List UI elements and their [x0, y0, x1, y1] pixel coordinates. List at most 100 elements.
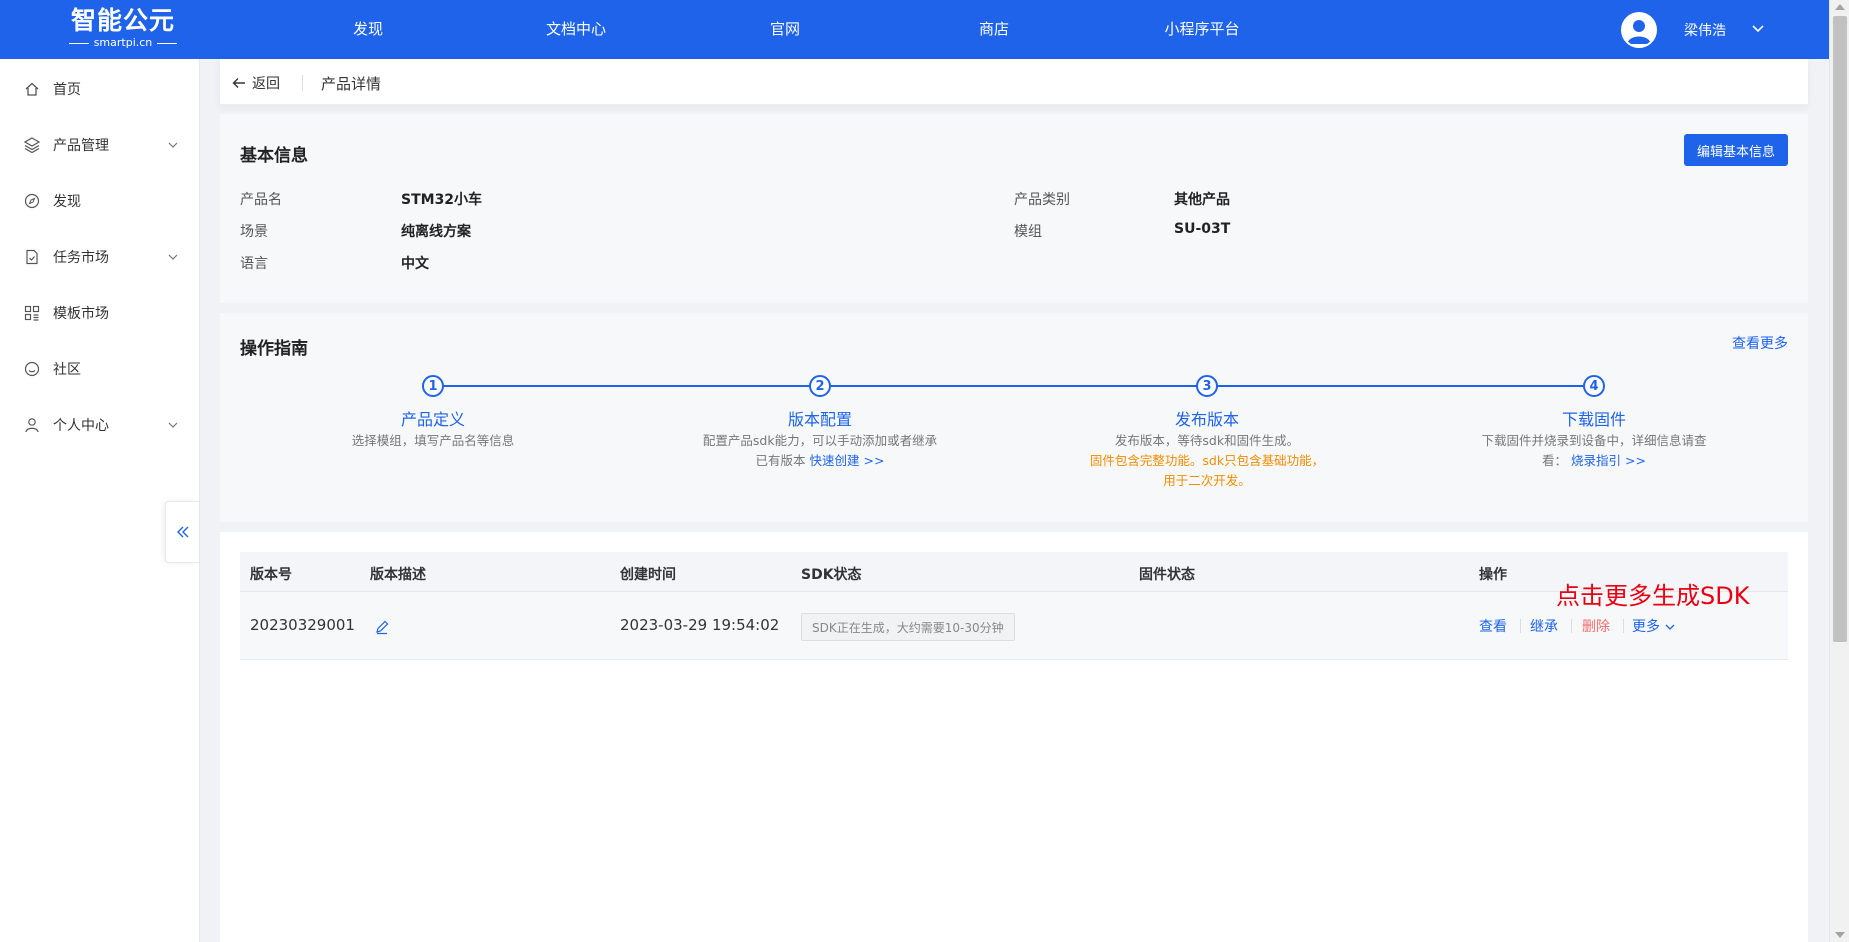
- back-button[interactable]: 返回: [232, 73, 280, 93]
- step-number-3: 3: [1196, 375, 1218, 397]
- action-divider: [1571, 619, 1572, 633]
- scroll-up-arrow[interactable]: [1835, 4, 1845, 10]
- sidebar-item-label: 发现: [53, 194, 81, 210]
- scroll-down-arrow[interactable]: [1835, 932, 1845, 938]
- cell-created-time: 2023-03-29 19:54:02: [620, 616, 780, 634]
- quick-create-link[interactable]: 快速创建 >>: [810, 453, 885, 468]
- sidebar-item-home[interactable]: 首页: [0, 69, 200, 109]
- section-title-guide: 操作指南: [240, 339, 308, 359]
- home-icon: [23, 80, 41, 98]
- step-title-4: 下载固件: [1561, 410, 1627, 429]
- avatar[interactable]: [1621, 12, 1657, 48]
- more-dropdown-button[interactable]: 更多: [1632, 616, 1676, 636]
- chevron-down-icon: [168, 422, 178, 428]
- step-title-2: 版本配置: [787, 410, 853, 429]
- inherit-button[interactable]: 继承: [1530, 616, 1558, 636]
- sidebar-collapse-button[interactable]: [165, 501, 199, 563]
- sidebar-item-label: 个人中心: [53, 418, 109, 434]
- column-header-version: 版本号: [250, 567, 292, 583]
- double-chevron-left-icon: [176, 526, 188, 538]
- column-header-firmware-status: 固件状态: [1139, 567, 1195, 583]
- value-language: 中文: [401, 256, 429, 272]
- sidebar-item-community[interactable]: 社区: [0, 349, 200, 389]
- step-title-3: 发布版本: [1174, 410, 1240, 429]
- step-number-1: 1: [422, 375, 444, 397]
- layers-icon: [23, 136, 41, 154]
- step-number-2: 2: [809, 375, 831, 397]
- step-desc-2: 配置产品sdk能力，可以手动添加或者继承已有版本 快速创建 >>: [702, 433, 938, 468]
- operation-guide-card: 操作指南 查看更多 1 产品定义 选择模组，填写产品名等信息 2 版本配置 配置…: [220, 313, 1808, 522]
- flash-guide-link[interactable]: 烧录指引 >>: [1571, 453, 1646, 468]
- sidebar-item-product-mgmt[interactable]: 产品管理: [0, 125, 200, 165]
- scroll-thumb[interactable]: [1833, 16, 1847, 642]
- value-scene: 纯离线方案: [401, 224, 471, 240]
- step-desc-4: 下载固件并烧录到设备中，详细信息请查看： 烧录指引 >>: [1481, 433, 1707, 468]
- column-header-actions: 操作: [1479, 567, 1507, 583]
- step-desc-1: 选择模组，填写产品名等信息: [351, 433, 515, 448]
- nav-discover[interactable]: 发现: [353, 18, 383, 39]
- basic-info-card: 基本信息 编辑基本信息 产品名 STM32小车 场景 纯离线方案 语言 中文 产…: [220, 114, 1808, 303]
- delete-button[interactable]: 删除: [1582, 616, 1610, 636]
- sidebar-item-template-market[interactable]: 模板市场: [0, 293, 200, 333]
- template-icon: [23, 304, 41, 322]
- chevron-down-icon: [1665, 624, 1675, 630]
- sidebar-item-task-market[interactable]: 任务市场: [0, 237, 200, 277]
- nav-miniprogram[interactable]: 小程序平台: [1164, 18, 1239, 39]
- sidebar-item-label: 社区: [53, 362, 81, 378]
- logo-text: 智能公元: [70, 6, 175, 35]
- value-module: SU-03T: [1174, 221, 1231, 237]
- view-button[interactable]: 查看: [1479, 616, 1507, 636]
- label-category: 产品类别: [1014, 192, 1070, 208]
- sidebar-item-label: 产品管理: [53, 138, 109, 154]
- column-header-sdk-status: SDK状态: [801, 567, 862, 583]
- label-module: 模组: [1014, 224, 1042, 240]
- breadcrumb-divider: [302, 75, 303, 91]
- user-name[interactable]: 梁伟浩: [1684, 20, 1726, 40]
- sdk-status-badge: SDK正在生成，大约需要10-30分钟: [801, 613, 1015, 641]
- view-more-link[interactable]: 查看更多: [1732, 333, 1788, 353]
- sidebar-item-discover[interactable]: 发现: [0, 181, 200, 221]
- logo-subtext: smartpi.cn: [68, 36, 178, 50]
- sidebar-item-label: 模板市场: [53, 306, 109, 322]
- label-product-name: 产品名: [240, 192, 282, 208]
- firmware-warning-text: 固件包含完整功能。sdk只包含基础功能，用于二次开发。: [1089, 453, 1325, 488]
- cell-version: 20230329001: [250, 616, 355, 634]
- edit-pencil-icon[interactable]: [374, 619, 390, 635]
- task-icon: [23, 248, 41, 266]
- column-header-description: 版本描述: [370, 567, 426, 583]
- step-desc-3: 发布版本，等待sdk和固件生成。 固件包含完整功能。sdk只包含基础功能，用于二次…: [1089, 433, 1325, 488]
- page-scrollbar[interactable]: [1829, 0, 1849, 942]
- label-language: 语言: [240, 256, 268, 272]
- annotation-text: 点击更多生成SDK: [1556, 582, 1750, 610]
- chevron-down-icon: [168, 142, 178, 148]
- chevron-down-icon[interactable]: [1750, 20, 1766, 36]
- sidebar-item-label: 任务市场: [53, 250, 109, 266]
- back-label: 返回: [252, 76, 280, 92]
- smile-icon: [23, 360, 41, 378]
- breadcrumb: 返回 产品详情: [220, 59, 1808, 105]
- logo[interactable]: 智能公元 smartpi.cn: [68, 6, 178, 52]
- column-header-created: 创建时间: [620, 567, 676, 583]
- edit-basic-info-button[interactable]: 编辑基本信息: [1684, 134, 1788, 166]
- step-title-1: 产品定义: [400, 410, 466, 429]
- sidebar-item-personal-center[interactable]: 个人中心: [0, 405, 200, 445]
- nav-docs[interactable]: 文档中心: [546, 18, 606, 39]
- value-product-name: STM32小车: [401, 192, 483, 208]
- action-divider: [1623, 619, 1624, 633]
- steps-progress-line: [433, 385, 1594, 387]
- label-scene: 场景: [240, 224, 268, 240]
- nav-store[interactable]: 商店: [979, 18, 1009, 39]
- user-icon: [23, 416, 41, 434]
- action-divider: [1520, 619, 1521, 633]
- chevron-down-icon: [168, 254, 178, 260]
- nav-website[interactable]: 官网: [770, 18, 800, 39]
- sidebar-item-label: 首页: [53, 82, 81, 98]
- step-number-4: 4: [1583, 375, 1605, 397]
- arrow-left-icon: [232, 78, 245, 88]
- compass-icon: [23, 192, 41, 210]
- more-label: 更多: [1632, 619, 1660, 635]
- section-title-basic-info: 基本信息: [240, 146, 308, 166]
- value-category: 其他产品: [1174, 192, 1230, 208]
- page-title: 产品详情: [321, 75, 382, 93]
- top-nav-bar: 智能公元 smartpi.cn 发现 文档中心 官网 商店 小程序平台 梁伟浩: [0, 0, 1829, 59]
